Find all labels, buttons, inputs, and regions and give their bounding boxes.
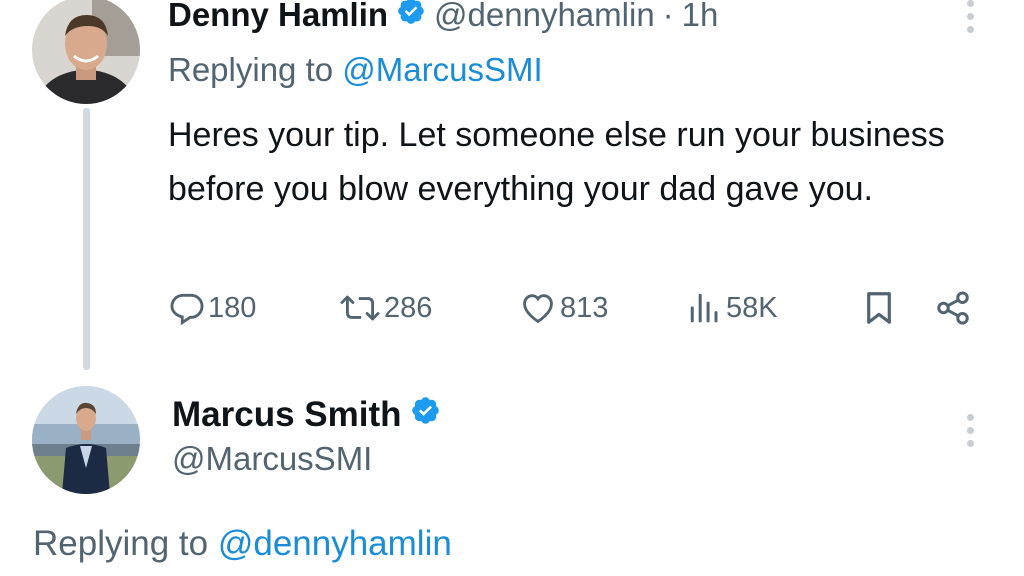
tweet-body-text: Heres your tip. Let someone else run you… — [168, 116, 945, 208]
repost-icon — [338, 289, 382, 327]
avatar[interactable] — [32, 386, 140, 494]
replying-to: Replying to @dennyhamlin — [33, 524, 452, 564]
tweet-header: Denny Hamlin @dennyhamlin · 1h — [168, 0, 718, 40]
reply-button[interactable]: 180 — [168, 286, 256, 330]
more-options-icon[interactable] — [962, 0, 978, 33]
bookmark-button[interactable] — [862, 286, 898, 330]
profile-photo-icon — [32, 386, 140, 494]
author-display-name[interactable]: Denny Hamlin — [168, 0, 388, 34]
repost-button[interactable]: 286 — [338, 286, 432, 330]
verified-badge-icon — [410, 395, 441, 435]
timestamp[interactable]: 1h — [682, 0, 719, 34]
like-count: 813 — [560, 291, 609, 324]
tweet-action-bar: 180 286 813 58K — [168, 286, 978, 330]
verified-badge-icon — [396, 0, 426, 34]
avatar[interactable] — [32, 0, 140, 104]
replying-to-mention-link[interactable]: @MarcusSMI — [342, 51, 542, 88]
reply-count: 180 — [208, 291, 257, 324]
author-handle[interactable]: @dennyhamlin — [434, 0, 655, 34]
share-icon — [934, 289, 972, 327]
view-count: 58K — [726, 291, 778, 324]
bookmark-icon — [862, 289, 896, 327]
repost-count: 286 — [384, 291, 433, 324]
replying-to-label: Replying to — [168, 51, 343, 88]
more-options-icon[interactable] — [962, 414, 978, 447]
like-button[interactable]: 813 — [518, 286, 608, 330]
replying-to: Replying to @MarcusSMI — [168, 51, 543, 89]
replying-to-label: Replying to — [33, 524, 218, 563]
reply-icon — [168, 289, 206, 327]
thread-view: Denny Hamlin @dennyhamlin · 1h Replying … — [0, 0, 1024, 576]
author-display-name[interactable]: Marcus Smith — [172, 395, 402, 435]
views-button[interactable]: 58K — [686, 286, 778, 330]
replying-to-mention-link[interactable]: @dennyhamlin — [218, 524, 452, 563]
thread-connector-line — [83, 108, 90, 370]
author-handle[interactable]: @MarcusSMI — [172, 440, 372, 478]
heart-icon — [518, 289, 558, 327]
analytics-icon — [686, 289, 724, 327]
share-button[interactable] — [934, 286, 974, 330]
author-name-row: Marcus Smith — [172, 392, 449, 438]
profile-photo-icon — [32, 0, 140, 104]
separator-dot: · — [662, 0, 674, 33]
